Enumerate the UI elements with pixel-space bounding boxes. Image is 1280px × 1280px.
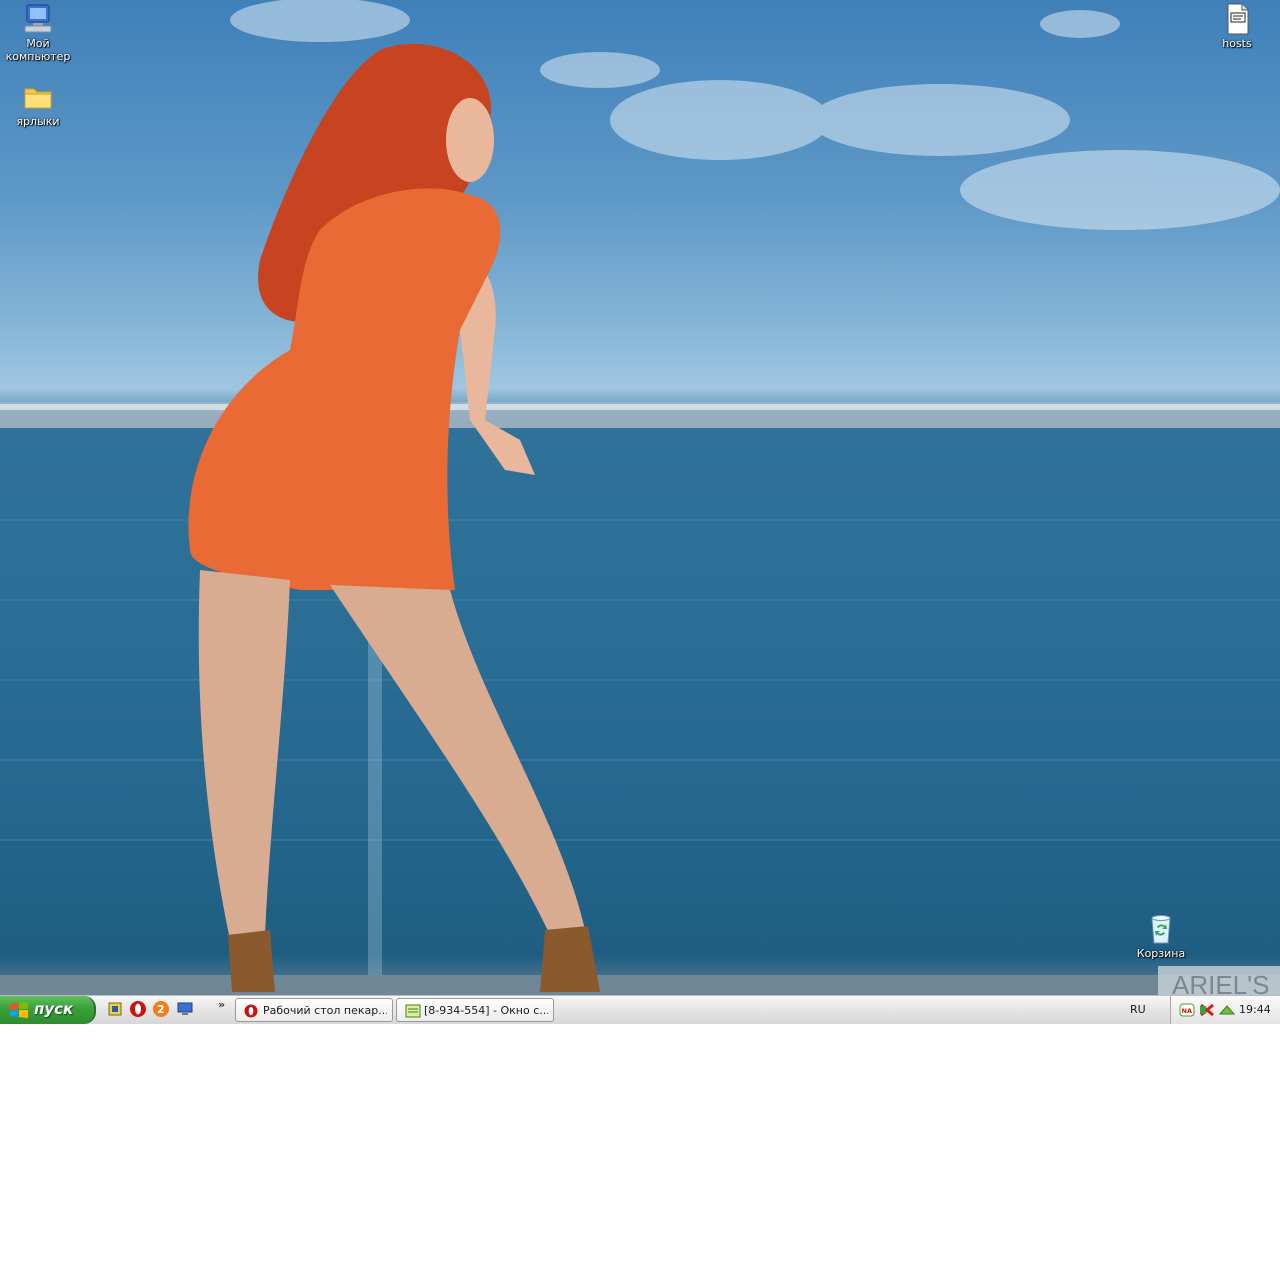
taskbar-button-chat-window[interactable]: [8-934-554] - Окно с... [396, 998, 554, 1022]
antivirus-icon[interactable] [1199, 1002, 1215, 1018]
taskbar-button-label: [8-934-554] - Окно с... [424, 1004, 548, 1017]
taskbar-button-opera[interactable]: Рабочий стол пекар... [235, 998, 393, 1022]
desktop-icon-recycle-bin[interactable]: Корзина [1123, 912, 1199, 960]
chat-window-icon [405, 1003, 421, 1022]
quick-launch-overflow-button[interactable]: » [218, 998, 225, 1011]
language-indicator[interactable]: RU [1130, 1003, 1146, 1016]
opera-icon[interactable] [129, 1000, 149, 1020]
svg-text:NA: NA [1182, 1007, 1192, 1015]
system-tray: NA 19:44 [1170, 996, 1280, 1024]
start-button[interactable]: пуск [0, 996, 96, 1024]
opera-icon [244, 1003, 258, 1022]
wallpaper-image: ARIEL'S [0, 0, 1280, 995]
network-icon[interactable] [1218, 1002, 1236, 1018]
desktop-icon-hosts-file[interactable]: hosts [1199, 2, 1275, 50]
quick-launch: 2 » [104, 998, 232, 1020]
folder-icon [21, 80, 55, 114]
nvidia-icon[interactable]: NA [1179, 1002, 1195, 1018]
desktop[interactable]: ARIEL'S Мой компьютер ярлыки hosts Корзи… [0, 0, 1280, 995]
file-icon [1220, 2, 1254, 36]
windows-logo-icon [9, 1001, 29, 1023]
file-manager-icon[interactable] [106, 1000, 126, 1020]
desktop-icon-label: hosts [1222, 37, 1252, 50]
desktop-icon-my-computer[interactable]: Мой компьютер [0, 2, 76, 63]
recycle-bin-icon [1144, 912, 1178, 946]
desktop-icon-label: Мой компьютер [5, 37, 71, 63]
taskbar-button-label: Рабочий стол пекар... [263, 1004, 387, 1017]
desktop-icon-shortcuts-folder[interactable]: ярлыки [0, 80, 76, 128]
taskbar: пуск 2 » Рабочий стол пекар... [8-934-55… [0, 995, 1280, 1024]
svg-text:2: 2 [157, 1003, 165, 1016]
desktop-icon-label: ярлыки [16, 115, 60, 128]
clock[interactable]: 19:44 [1239, 1003, 1271, 1016]
wallpaper-watermark: ARIEL'S [1172, 970, 1269, 995]
computer-icon [21, 2, 55, 36]
browser-icon[interactable]: 2 [152, 1000, 172, 1020]
show-desktop-icon[interactable] [176, 1000, 196, 1020]
start-label: пуск [34, 1000, 74, 1018]
desktop-icon-label: Корзина [1136, 947, 1186, 960]
